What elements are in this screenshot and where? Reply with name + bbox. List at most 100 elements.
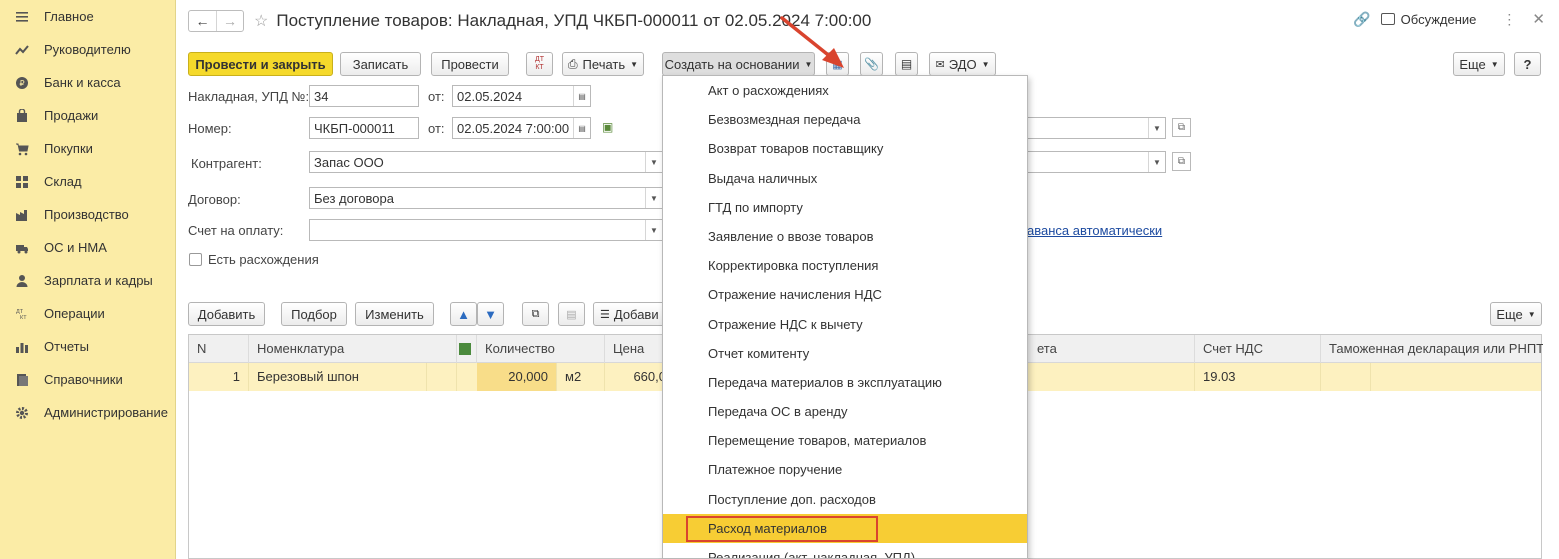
pick-button[interactable]: Подбор (281, 302, 347, 326)
menu-item[interactable]: Корректировка поступления (663, 251, 1027, 280)
discrepancy-label: Есть расхождения (208, 252, 319, 267)
menu-item[interactable]: Платежное поручение (663, 455, 1027, 484)
report-button[interactable]: ▤ (895, 52, 918, 76)
sync-icon[interactable]: ▣ (602, 120, 613, 134)
arrow-down-icon: ▼ (484, 306, 497, 322)
post-button[interactable]: Провести (431, 52, 509, 76)
sidebar-item-8[interactable]: Зарплата и кадры (0, 264, 175, 297)
column-header-nomenclature[interactable]: Номенклатура (249, 335, 457, 363)
attach-button[interactable]: 📎 (860, 52, 883, 76)
menu-item[interactable]: ГТД по импорту (663, 193, 1027, 222)
sidebar-item-1[interactable]: Руководителю (0, 33, 175, 66)
edo-button[interactable]: ✉ ЭДО ▼ (929, 52, 996, 76)
print-button[interactable]: ⎙ Печать ▼ (562, 52, 644, 76)
menu-item[interactable]: Перемещение товаров, материалов (663, 426, 1027, 455)
table-more-button[interactable]: Еще ▼ (1490, 302, 1542, 326)
contractor-input[interactable]: Запас ООО ▼ (309, 151, 663, 173)
cart-icon (14, 141, 30, 157)
create-based-on-button[interactable]: Создать на основании ▼ (662, 52, 815, 76)
sidebar-item-5[interactable]: Склад (0, 165, 175, 198)
open-organization-button[interactable]: ⧉ (1172, 118, 1191, 137)
dt-kt-button[interactable]: ДТ КТ (526, 52, 553, 76)
column-header-quantity[interactable]: Количество (477, 335, 605, 363)
number-value: ЧКБП-000011 (314, 120, 395, 136)
invoice-number-input[interactable]: 34 (309, 85, 419, 107)
contract-input[interactable]: Без договора ▼ (309, 187, 663, 209)
chevron-down-icon[interactable]: ▼ (645, 152, 662, 172)
chevron-down-icon[interactable]: ▼ (1148, 152, 1165, 172)
sidebar-item-3[interactable]: Продажи (0, 99, 175, 132)
forward-button[interactable]: → (216, 11, 243, 31)
sidebar-item-6[interactable]: Производство (0, 198, 175, 231)
sidebar-item-4[interactable]: Покупки (0, 132, 175, 165)
column-header-customs[interactable]: Таможенная декларация или РНПТ (1321, 335, 1543, 363)
structure-button[interactable]: ▦ (826, 52, 849, 76)
organization-input[interactable]: ▼ (1026, 117, 1166, 139)
open-warehouse-button[interactable]: ⧉ (1172, 152, 1191, 171)
move-up-button[interactable]: ▲ (450, 302, 477, 326)
menu-item[interactable]: Передача ОС в аренду (663, 397, 1027, 426)
add-by-barcode-label: Добави (613, 306, 659, 322)
warehouse-input[interactable]: ▼ (1026, 151, 1166, 173)
gear-icon (14, 405, 30, 421)
sidebar-item-9[interactable]: ДТ КТ Операции (0, 297, 175, 330)
chevron-down-icon[interactable]: ▼ (645, 188, 662, 208)
arrow-left-icon: ← (195, 13, 210, 29)
paste-button[interactable]: ▤ (558, 302, 585, 326)
star-icon[interactable]: ☆ (254, 11, 268, 31)
payment-invoice-input[interactable]: ▼ (309, 219, 663, 241)
discussion-button[interactable]: Обсуждение (1401, 12, 1477, 27)
sidebar-item-11[interactable]: Справочники (0, 363, 175, 396)
sidebar-item-12[interactable]: Администрирование (0, 396, 175, 429)
link-icon[interactable]: 🔗 (1353, 11, 1370, 28)
move-down-button[interactable]: ▼ (477, 302, 504, 326)
chevron-down-icon[interactable]: ▼ (645, 220, 662, 240)
discussion-icon[interactable] (1380, 13, 1395, 25)
close-icon[interactable]: ✕ (1532, 10, 1545, 28)
menu-item[interactable]: Отражение начисления НДС (663, 280, 1027, 309)
menu-item[interactable]: Безвозмездная передача (663, 105, 1027, 134)
menu-item-label: Заявление о ввозе товаров (708, 228, 874, 244)
add-row-button[interactable]: Добавить (188, 302, 265, 326)
sidebar-item-10[interactable]: Отчеты (0, 330, 175, 363)
back-button[interactable]: ← (189, 11, 216, 31)
calendar-icon[interactable]: ▤ (573, 118, 590, 138)
add-by-barcode-button[interactable]: ☰ Добави (593, 302, 669, 326)
copy-button[interactable]: ⧉ (522, 302, 549, 326)
advance-offset-link[interactable]: аванса автоматически (1027, 223, 1162, 238)
row-vat-account: 19.03 (1195, 363, 1321, 391)
more-button[interactable]: Еще ▼ (1453, 52, 1505, 76)
sidebar-item-2[interactable]: ₽ Банк и касса (0, 66, 175, 99)
calendar-icon[interactable]: ▤ (573, 86, 590, 106)
menu-item[interactable]: Реализация (акт, накладная, УПД) (663, 543, 1027, 558)
column-header-account[interactable]: ета (1029, 335, 1195, 363)
number-input[interactable]: ЧКБП-000011 (309, 117, 419, 139)
edo-label: ЭДО (948, 56, 977, 72)
menu-item[interactable]: Выдача наличных (663, 164, 1027, 193)
sidebar-item-label: Банк и касса (44, 75, 121, 90)
edit-button[interactable]: Изменить (355, 302, 434, 326)
menu-item[interactable]: Передача материалов в эксплуатацию (663, 368, 1027, 397)
save-button[interactable]: Записать (340, 52, 421, 76)
discrepancy-checkbox[interactable] (189, 253, 202, 266)
menu-item[interactable]: Поступление доп. расходов (663, 485, 1027, 514)
column-header-vat-account[interactable]: Счет НДС (1195, 335, 1321, 363)
svg-text:₽: ₽ (19, 79, 24, 88)
menu-item[interactable]: Акт о расхождениях (663, 76, 1027, 105)
sidebar-item-0[interactable]: Главное (0, 0, 175, 33)
sidebar-item-label: Склад (44, 174, 82, 189)
menu-item[interactable]: Возврат товаров поставщику (663, 134, 1027, 163)
menu-item[interactable]: Отчет комитенту (663, 339, 1027, 368)
sidebar-item-7[interactable]: ОС и НМА (0, 231, 175, 264)
invoice-date-input[interactable]: 02.05.2024 ▤ (452, 85, 591, 107)
more-dots-icon[interactable]: ⋮ (1502, 11, 1516, 28)
menu-item[interactable]: Отражение НДС к вычету (663, 310, 1027, 339)
menu-item[interactable]: Расход материалов (663, 513, 1027, 543)
menu-item[interactable]: Заявление о ввозе товаров (663, 222, 1027, 251)
post-and-close-button[interactable]: Провести и закрыть (188, 52, 333, 76)
number-date-input[interactable]: 02.05.2024 7:00:00 ▤ (452, 117, 591, 139)
chevron-down-icon[interactable]: ▼ (1148, 118, 1165, 138)
help-button[interactable]: ? (1514, 52, 1541, 76)
column-header-n[interactable]: N (189, 335, 249, 363)
row-customs (1321, 363, 1371, 391)
